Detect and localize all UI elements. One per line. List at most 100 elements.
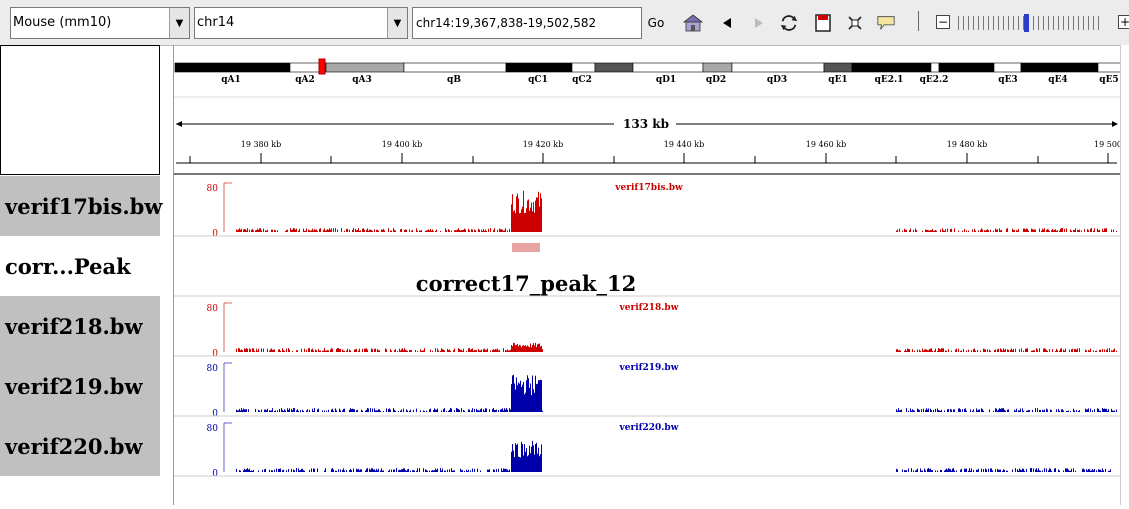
signal-bar [1108,470,1109,472]
signal-bar [1114,410,1115,412]
ideogram-band[interactable] [1020,62,1099,73]
signal-bar [1112,350,1113,352]
signal-bar [906,470,907,472]
signal-bar [494,410,495,412]
ideogram-band[interactable] [1097,62,1123,73]
signal-bar [980,230,981,232]
ideogram-band[interactable] [938,62,995,73]
signal-bar [413,470,414,472]
signal-bar [988,468,989,472]
signal-bar [1097,408,1098,412]
region-of-interest-icon[interactable] [813,13,833,33]
ideogram-band[interactable] [632,62,704,73]
signal-bar [1044,228,1045,232]
ideogram-band[interactable] [823,62,853,73]
signal-bar [998,469,999,472]
signal-bar [1017,230,1018,232]
signal-bar [468,409,469,412]
signal-bar [532,440,533,472]
signal-bar [388,470,389,472]
signal-bar [244,468,245,472]
signal-bar [287,408,288,412]
track-label: verif17bis.bw [614,183,683,193]
chromosome-select[interactable]: chr14 ▼ [194,7,408,39]
signal-bar [513,374,514,412]
go-button[interactable]: Go [644,7,668,39]
signal-bar [935,408,936,412]
signal-bar [361,409,362,412]
ideogram-band[interactable] [993,62,1022,73]
back-icon[interactable] [717,13,737,33]
signal-bar [1104,408,1105,412]
ideogram-band[interactable] [594,62,634,73]
zoom-slider[interactable] [958,16,1100,30]
fit-window-icon[interactable] [845,13,865,33]
peak-feature[interactable] [512,243,540,252]
signal-bar [446,410,447,412]
track-name-verif220[interactable]: verif220.bw [0,416,160,476]
signal-bar [311,468,312,472]
signal-bar [986,469,987,472]
signal-bar [1025,348,1026,352]
chromosome-ideogram[interactable]: qA1 qA2 qA3 qB qC1 qC2 qD1 qD2 qD3 qE1 qE2.1 qE2.2 q… [174,58,1123,98]
signal-bar [391,350,392,352]
signal-bar [1019,349,1020,352]
signal-bar [977,469,978,472]
signal-bar [935,230,936,232]
ideogram-band[interactable] [851,62,932,73]
locus-input[interactable]: chr14:19,367,838-19,502,582 [412,7,642,39]
signal-bar [512,194,513,232]
popup-text-icon[interactable] [876,13,896,33]
signal-bar [316,350,317,352]
signal-bar [432,470,433,472]
signal-bar [298,410,299,412]
track-name-verif219[interactable]: verif219.bw [0,356,160,416]
signal-bar [292,229,293,232]
signal-bar [313,468,314,472]
signal-bar [1103,470,1104,472]
signal-bar [333,228,334,232]
signal-bar [443,349,444,352]
signal-bar [1083,468,1084,472]
signal-bar [525,345,526,352]
signal-bar [965,408,966,412]
signal-bar [541,444,542,472]
signal-bar [453,350,454,352]
ideogram-band[interactable] [403,62,507,73]
track-name-peak[interactable]: corr...Peak [0,236,160,296]
chevron-down-icon[interactable]: ▼ [387,8,407,38]
signal-bar [968,349,969,352]
ideogram-band[interactable] [174,62,291,73]
signal-bar [426,470,427,472]
track-name-verif218[interactable]: verif218.bw [0,296,160,356]
zoom-in-icon[interactable]: + [1118,15,1129,29]
signal-bar [512,443,513,472]
signal-bar [483,228,484,232]
signal-bar [980,350,981,352]
track-name-verif17bis[interactable]: verif17bis.bw [0,176,162,236]
forward-icon[interactable] [749,13,769,33]
ideogram-band[interactable] [930,62,940,73]
signal-bar [521,386,522,412]
signal-bar [517,193,518,232]
signal-bar [986,229,987,232]
ideogram-band[interactable] [505,62,573,73]
zoom-widget[interactable]: − + [936,13,1129,33]
signal-bar [411,350,412,352]
ideogram-band-label: qE5 [1099,75,1118,85]
vertical-scrollbar[interactable] [1120,45,1129,505]
genome-select[interactable]: Mouse (mm10) ▼ [10,7,190,39]
chevron-down-icon[interactable]: ▼ [169,8,189,38]
signal-bar [367,349,368,352]
ideogram-band[interactable] [702,62,733,73]
home-icon[interactable] [683,13,703,33]
zoom-slider-thumb[interactable] [1024,14,1029,32]
ideogram-band[interactable] [731,62,825,73]
refresh-icon[interactable] [779,13,799,33]
signal-bar [283,469,284,472]
signal-bar [929,469,930,472]
zoom-out-icon[interactable]: − [936,15,950,29]
ideogram-band[interactable] [325,62,405,73]
signal-bar [490,350,491,352]
ideogram-band[interactable] [571,62,596,73]
